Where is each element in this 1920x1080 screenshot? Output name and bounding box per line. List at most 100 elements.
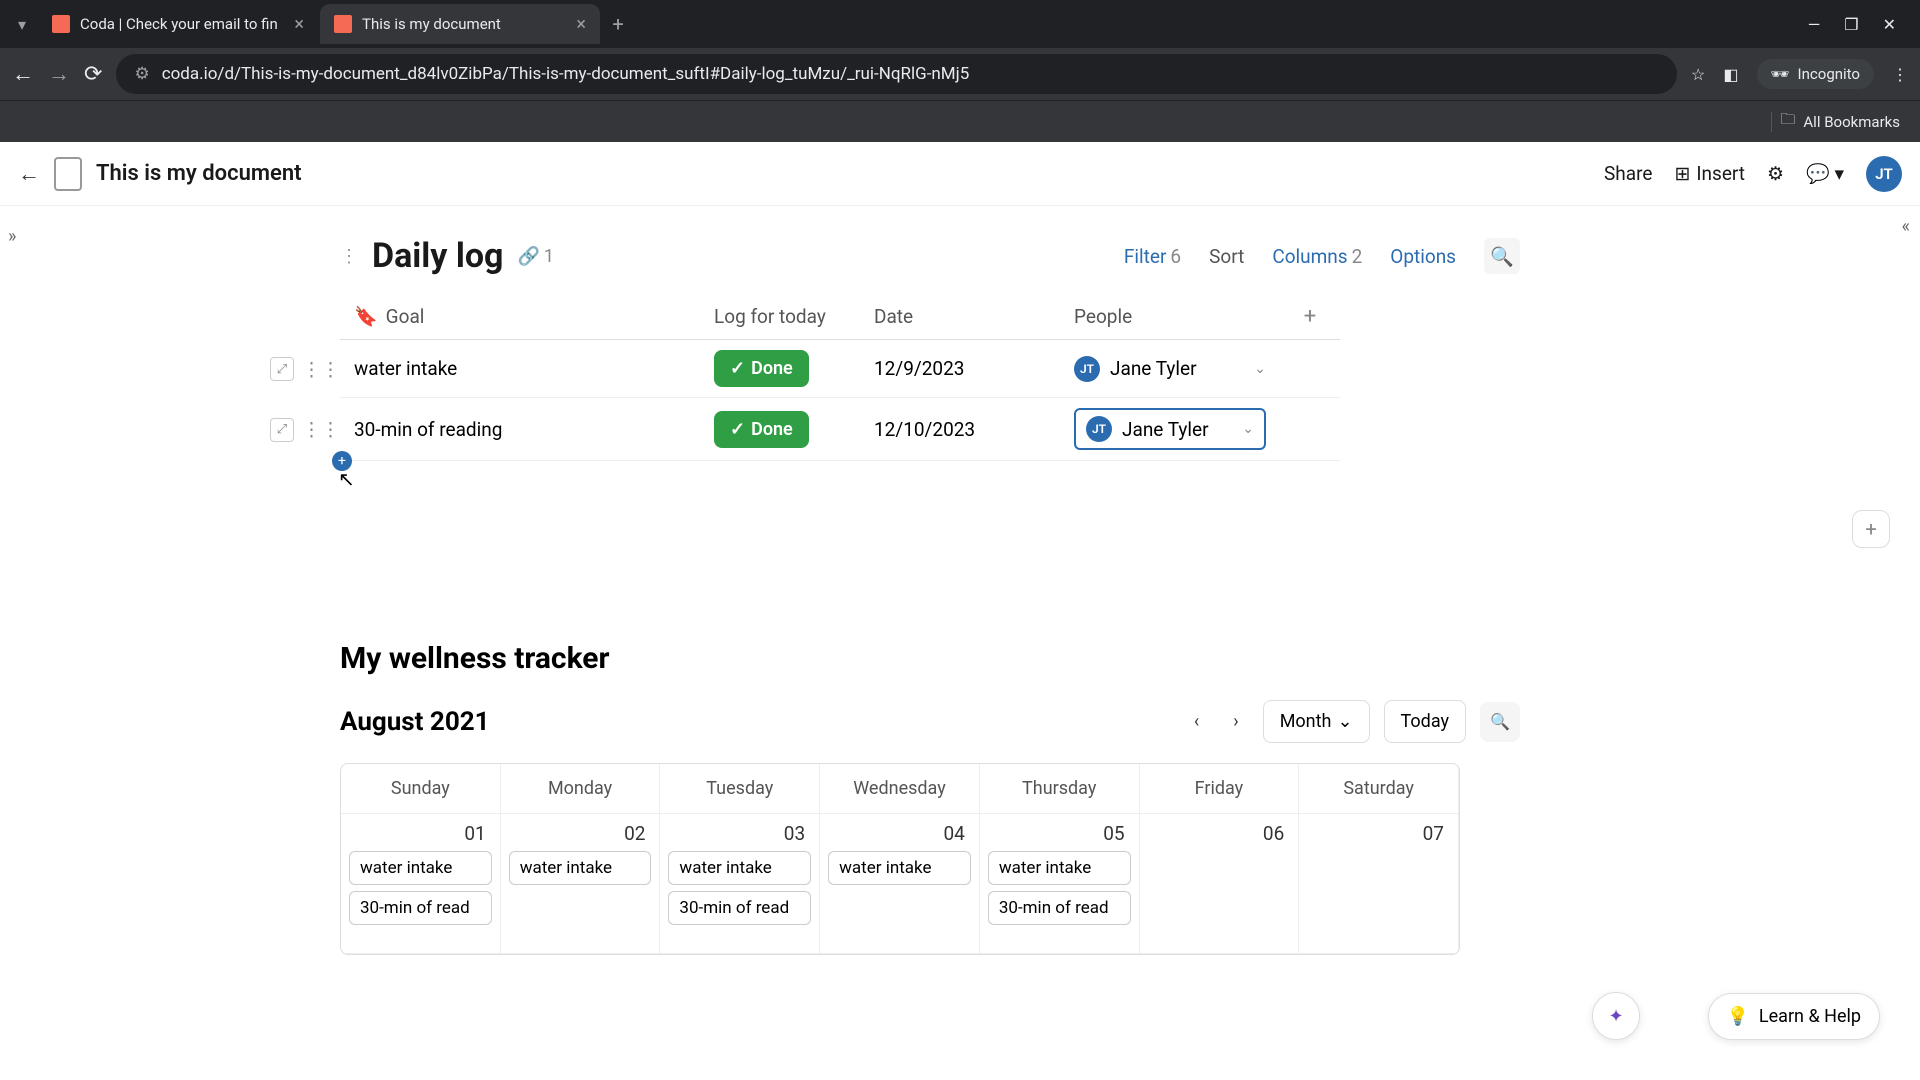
insert-button[interactable]: ⊞ Insert <box>1674 162 1745 185</box>
share-button[interactable]: Share <box>1604 162 1652 185</box>
document-title[interactable]: This is my document <box>96 161 302 186</box>
forward-button[interactable]: → <box>48 61 70 87</box>
calendar-cell[interactable]: 02 water intake <box>501 814 661 954</box>
tracker-title[interactable]: My wellness tracker <box>340 641 1520 676</box>
learn-help-button[interactable]: 💡 Learn & Help <box>1708 993 1881 1040</box>
calendar-cell[interactable]: 06 <box>1140 814 1300 954</box>
done-button[interactable]: ✓Done <box>714 350 809 387</box>
settings-icon[interactable]: ⚙ <box>1767 162 1784 185</box>
user-avatar[interactable]: JT <box>1866 156 1902 192</box>
browser-tab-2[interactable]: This is my document × <box>320 4 600 44</box>
columns-button[interactable]: Columns2 <box>1272 245 1362 268</box>
new-tab-button[interactable]: + <box>602 8 634 40</box>
address-bar: ← → ⟳ ⚙ coda.io/d/This-is-my-document_d8… <box>0 48 1920 100</box>
close-window-icon[interactable]: ✕ <box>1883 15 1896 34</box>
tab-title: This is my document <box>362 15 566 33</box>
sparkle-icon: ✦ <box>1608 1006 1623 1027</box>
expand-sidebar-icon[interactable]: » <box>8 226 16 247</box>
column-header-date[interactable]: Date <box>860 294 1060 340</box>
calendar-view-select[interactable]: Month⌄ <box>1263 700 1370 743</box>
calendar-next-button[interactable]: › <box>1223 705 1248 738</box>
minimize-icon[interactable]: — <box>1808 15 1821 34</box>
tab-search-dropdown[interactable]: ▾ <box>8 10 36 38</box>
link-icon: 🔗 <box>517 246 539 267</box>
browser-tab-1[interactable]: Coda | Check your email to fin × <box>38 4 318 44</box>
day-header: Sunday <box>341 764 501 814</box>
filter-button[interactable]: Filter6 <box>1124 245 1181 268</box>
maximize-icon[interactable]: ❐ <box>1844 15 1858 34</box>
table-title-row: ⋮ Daily log 🔗 1 Filter6 Sort Columns2 Op… <box>340 236 1520 276</box>
calendar-cell[interactable]: 07 <box>1299 814 1459 954</box>
bookmark-star-icon[interactable]: ☆ <box>1691 65 1705 84</box>
calendar-event[interactable]: 30-min of read <box>349 891 492 925</box>
calendar-event[interactable]: water intake <box>349 851 492 885</box>
day-header: Friday <box>1140 764 1300 814</box>
search-table-button[interactable]: 🔍 <box>1484 238 1520 274</box>
ai-assistant-button[interactable]: ✦ <box>1592 992 1640 1040</box>
incognito-badge[interactable]: 🕶 Incognito <box>1757 59 1875 89</box>
table-row[interactable]: ⤢⋮⋮ water intake ✓Done 12/9/2023 JT Jane… <box>340 340 1340 398</box>
calendar-event[interactable]: 30-min of read <box>668 891 811 925</box>
calendar-event[interactable]: water intake <box>828 851 971 885</box>
add-block-button[interactable]: + <box>1852 510 1890 548</box>
reference-badge[interactable]: 🔗 1 <box>517 246 554 267</box>
expand-row-icon[interactable]: ⤢ <box>270 357 294 381</box>
date-cell[interactable]: 12/9/2023 <box>860 340 1060 398</box>
browser-menu-icon[interactable]: ⋮ <box>1892 65 1908 84</box>
lightbulb-icon: 💡 <box>1727 1006 1749 1027</box>
url-text: coda.io/d/This-is-my-document_d84lv0ZibP… <box>162 64 970 84</box>
drag-handle-icon[interactable]: ⋮ <box>340 246 358 267</box>
bookmarks-bar: 🗀 All Bookmarks <box>0 100 1920 142</box>
sort-button[interactable]: Sort <box>1209 245 1244 268</box>
back-button[interactable]: ← <box>12 61 34 87</box>
check-icon: ✓ <box>730 358 745 379</box>
column-header-goal[interactable]: 🔖Goal <box>340 294 700 340</box>
column-header-log[interactable]: Log for today <box>700 294 860 340</box>
wellness-tracker: My wellness tracker August 2021 ‹ › Mont… <box>340 641 1520 955</box>
doc-back-button[interactable]: ← <box>18 161 40 187</box>
expand-row-icon[interactable]: ⤢ <box>270 418 294 442</box>
document-icon[interactable] <box>54 157 82 191</box>
favicon-icon <box>52 15 70 33</box>
site-settings-icon[interactable]: ⚙ <box>134 64 149 84</box>
reload-button[interactable]: ⟳ <box>84 62 102 87</box>
calendar-event[interactable]: water intake <box>988 851 1131 885</box>
options-button[interactable]: Options <box>1390 245 1456 268</box>
add-column-button[interactable]: + <box>1304 304 1316 329</box>
comments-icon[interactable]: 💬 ▾ <box>1806 162 1844 185</box>
calendar-cell[interactable]: 05 water intake 30-min of read <box>980 814 1140 954</box>
people-cell-selected[interactable]: JT Jane Tyler ⌄ <box>1074 408 1266 450</box>
table-row[interactable]: ⤢⋮⋮ 30-min of reading ✓Done 12/10/2023 J… <box>340 398 1340 461</box>
drag-handle-icon[interactable]: ⋮⋮ <box>302 358 340 381</box>
close-icon[interactable]: × <box>576 14 586 35</box>
date-cell[interactable]: 12/10/2023 <box>860 398 1060 461</box>
calendar-event[interactable]: 30-min of read <box>988 891 1131 925</box>
goal-cell[interactable]: 30-min of reading <box>354 418 502 441</box>
side-panel-icon[interactable]: ◧ <box>1723 65 1738 84</box>
calendar-cell[interactable]: 03 water intake 30-min of read <box>660 814 820 954</box>
calendar-today-button[interactable]: Today <box>1384 700 1466 743</box>
calendar-event[interactable]: water intake <box>668 851 811 885</box>
drag-handle-icon[interactable]: ⋮⋮ <box>302 418 340 441</box>
all-bookmarks-button[interactable]: All Bookmarks <box>1803 113 1900 131</box>
calendar-prev-button[interactable]: ‹ <box>1184 705 1209 738</box>
done-button[interactable]: ✓Done <box>714 411 809 448</box>
avatar: JT <box>1074 356 1100 382</box>
day-header: Wednesday <box>820 764 980 814</box>
calendar-search-button[interactable]: 🔍 <box>1480 702 1520 742</box>
calendar-event[interactable]: water intake <box>509 851 652 885</box>
window-controls: — ❐ ✕ <box>1808 15 1912 34</box>
url-input[interactable]: ⚙ coda.io/d/This-is-my-document_d84lv0Zi… <box>116 54 1677 94</box>
goal-cell[interactable]: water intake <box>354 357 457 380</box>
check-icon: ✓ <box>730 419 745 440</box>
tab-bar: ▾ Coda | Check your email to fin × This … <box>0 0 1920 48</box>
column-header-people[interactable]: People <box>1060 294 1280 340</box>
calendar-cell[interactable]: 01 water intake 30-min of read <box>341 814 501 954</box>
collapse-panel-icon[interactable]: « <box>1902 216 1910 237</box>
close-icon[interactable]: × <box>294 14 304 35</box>
calendar-cell[interactable]: 04 water intake <box>820 814 980 954</box>
people-cell[interactable]: JT Jane Tyler ⌄ <box>1074 356 1266 382</box>
table-title[interactable]: Daily log <box>372 236 503 276</box>
chevron-down-icon: ⌄ <box>1242 421 1254 437</box>
app-header: ← This is my document Share ⊞ Insert ⚙ 💬… <box>0 142 1920 206</box>
